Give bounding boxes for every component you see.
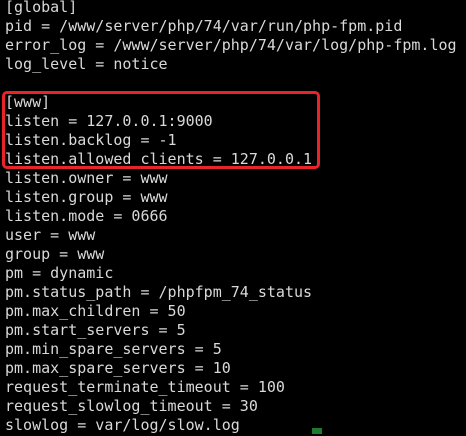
config-line-pid: pid = /www/server/php/74/var/run/php-fpm… bbox=[5, 17, 403, 35]
config-line-listen-mode: listen.mode = 0666 bbox=[5, 207, 168, 225]
config-line-global-section: [global] bbox=[5, 0, 78, 16]
config-line-pm-start-servers: pm.start_servers = 5 bbox=[5, 321, 186, 339]
config-line-pm: pm = dynamic bbox=[5, 264, 114, 282]
config-line-pm-status-path: pm.status_path = /phpfpm_74_status bbox=[5, 283, 313, 301]
config-line-pm-max-spare: pm.max_spare_servers = 10 bbox=[5, 359, 231, 377]
highlight-annotation-box bbox=[2, 91, 320, 169]
config-line-error-log: error_log = /www/server/php/74/var/log/p… bbox=[5, 36, 457, 54]
config-line-listen-owner: listen.owner = www bbox=[5, 169, 168, 187]
config-line-group: group = www bbox=[5, 245, 105, 263]
config-line-slowlog-timeout: request_slowlog_timeout = 30 bbox=[5, 397, 258, 415]
config-line-user: user = www bbox=[5, 226, 96, 244]
config-line-terminate-timeout: request_terminate_timeout = 100 bbox=[5, 378, 285, 396]
terminal-window[interactable]: [global] pid = /www/server/php/74/var/ru… bbox=[0, 0, 466, 436]
config-line-listen-group: listen.group = www bbox=[5, 188, 168, 206]
config-line-pm-min-spare: pm.min_spare_servers = 5 bbox=[5, 340, 222, 358]
config-line-log-level: log_level = notice bbox=[5, 55, 168, 73]
config-line-pm-max-children: pm.max_children = 50 bbox=[5, 302, 186, 320]
terminal-cursor bbox=[312, 428, 322, 434]
config-line-slowlog: slowlog = var/log/slow.log bbox=[5, 416, 240, 434]
